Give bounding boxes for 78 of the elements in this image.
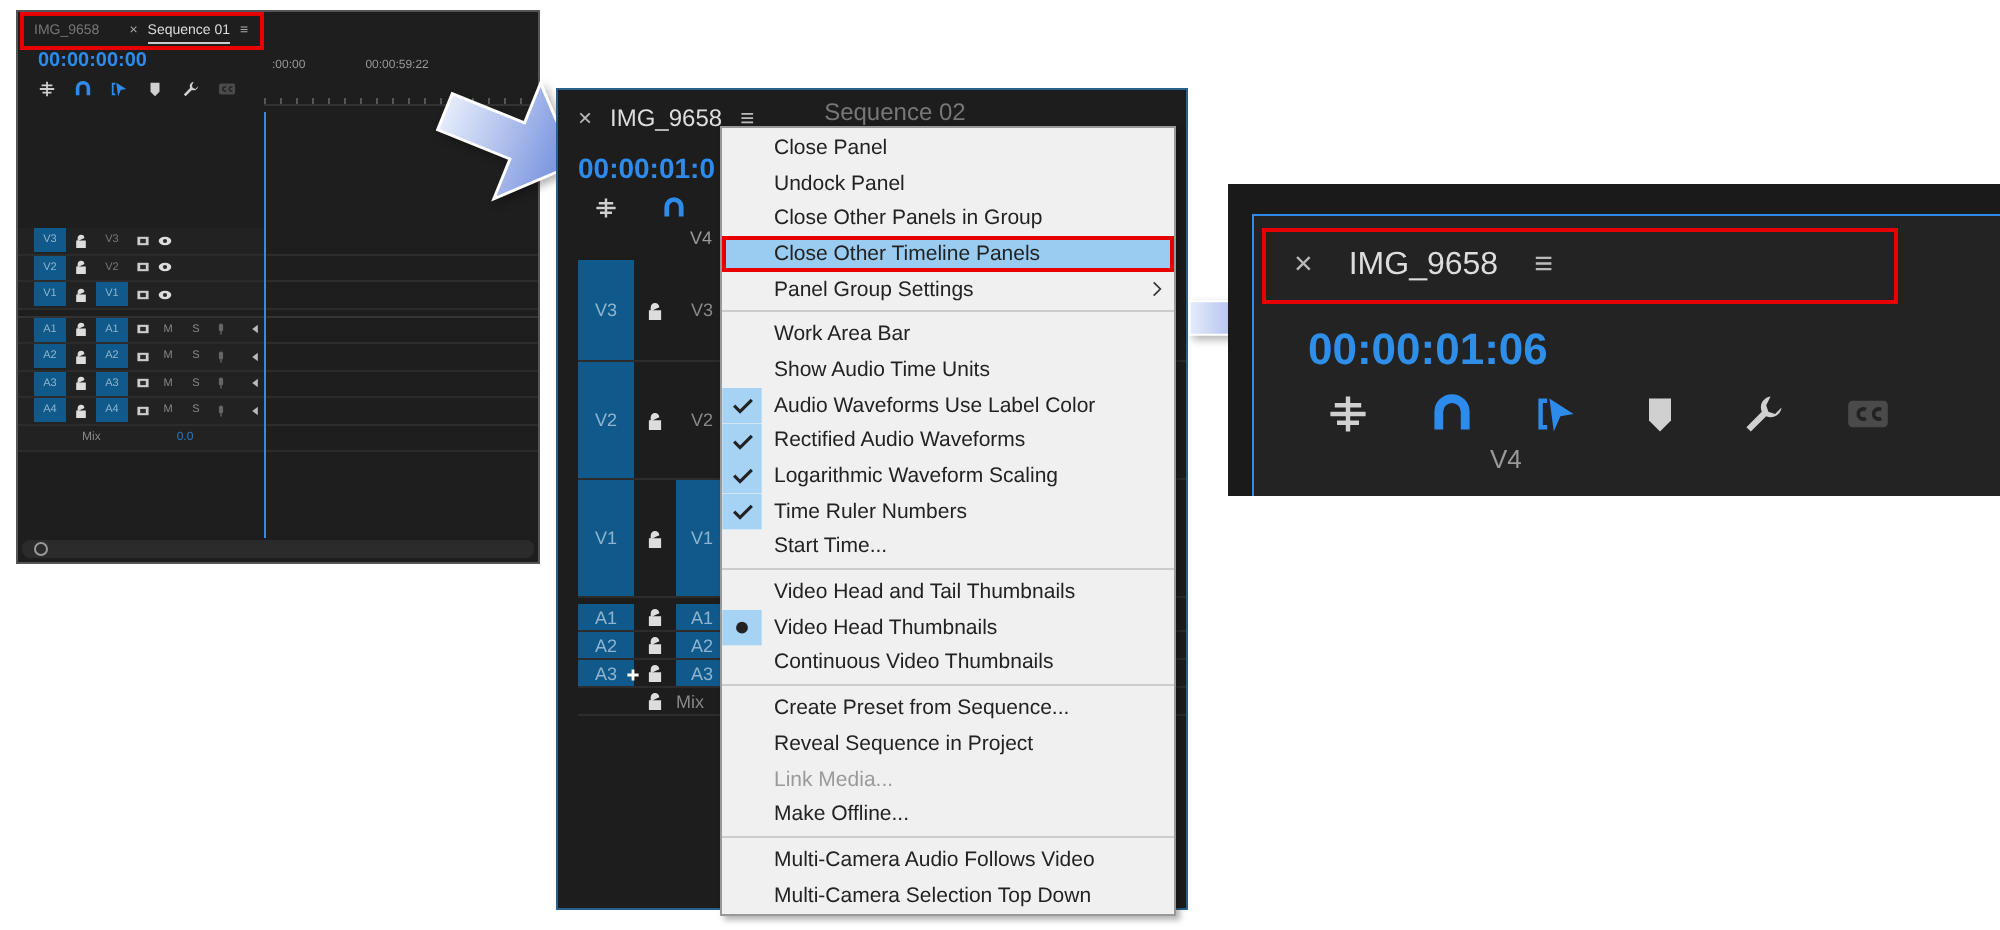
panel-tab[interactable]: IMG_9658	[1348, 248, 1499, 284]
linked-icon[interactable]	[110, 80, 128, 98]
menu-item[interactable]: Video Head and Tail Thumbnails	[722, 574, 1174, 610]
eye-icon[interactable]	[158, 233, 172, 248]
menu-item[interactable]: Work Area Bar	[722, 316, 1174, 353]
timecode[interactable]: 00:00:01:06	[1308, 324, 2000, 376]
lock-icon[interactable]	[646, 301, 664, 319]
panel-tab[interactable]: Sequence 02	[824, 98, 966, 126]
microphone-icon[interactable]	[214, 349, 228, 364]
lock-icon[interactable]	[646, 608, 664, 626]
snap-icon[interactable]	[662, 196, 686, 220]
sync-icon[interactable]	[136, 260, 150, 275]
menu-item[interactable]: Show Audio Time Units	[722, 352, 1174, 388]
menu-item[interactable]: Undock Panel	[722, 165, 1174, 201]
chevron-icon	[1152, 280, 1162, 299]
sync-icon[interactable]	[136, 376, 150, 391]
track-label[interactable]: V3	[676, 260, 728, 360]
lock-icon[interactable]	[646, 529, 664, 547]
lock-icon[interactable]	[646, 692, 664, 710]
wrench-icon[interactable]	[1742, 392, 1786, 436]
source-patch[interactable]: A1	[578, 604, 634, 630]
menu-item[interactable]: Panel Group Settings	[722, 271, 1174, 307]
menu-item[interactable]: Start Time...	[722, 529, 1174, 565]
menu-item[interactable]: Rectified Audio Waveforms	[722, 423, 1174, 459]
eye-icon[interactable]	[158, 287, 172, 302]
scroll-bar[interactable]	[22, 540, 534, 558]
microphone-icon[interactable]	[214, 322, 228, 337]
cursor-icon	[626, 668, 640, 682]
menu-item[interactable]: Close Other Panels in Group	[722, 200, 1174, 237]
eye-icon[interactable]	[158, 260, 172, 275]
track-label[interactable]: V2	[676, 362, 728, 478]
menu-item[interactable]: Close Other Timeline Panels	[722, 236, 1174, 272]
source-patch[interactable]: A3	[578, 660, 634, 686]
lock-icon[interactable]	[74, 349, 88, 364]
source-patch[interactable]: A2	[578, 632, 634, 658]
nest-icon[interactable]	[38, 80, 56, 98]
source-patch[interactable]: V1	[578, 480, 634, 596]
wrench-icon[interactable]	[182, 80, 200, 98]
close-button[interactable]: ×	[578, 104, 593, 132]
menu-item[interactable]: Time Ruler Numbers	[722, 493, 1174, 530]
sync-icon[interactable]	[136, 322, 150, 337]
menu-item[interactable]: Multi-Camera Audio Follows Video	[722, 842, 1174, 878]
mix-label: Mix	[676, 691, 704, 711]
nest-icon[interactable]	[1326, 392, 1370, 436]
panel-tab[interactable]: IMG_9658	[610, 104, 723, 132]
lock-icon[interactable]	[646, 664, 664, 682]
lock-icon[interactable]	[74, 322, 88, 337]
menu-item[interactable]: Continuous Video Thumbnails	[722, 645, 1174, 681]
menu-item[interactable]: Logarithmic Waveform Scaling	[722, 458, 1174, 494]
close-button[interactable]: ×	[1294, 248, 1313, 284]
lock-icon[interactable]	[646, 636, 664, 654]
source-patch[interactable]: V2	[578, 362, 634, 478]
track-label: V4	[1490, 444, 1522, 474]
lock-icon[interactable]	[74, 403, 88, 418]
lock-icon[interactable]	[74, 376, 88, 391]
sync-icon[interactable]	[136, 403, 150, 418]
menu-item[interactable]: Multi-Camera Selection Top Down	[722, 877, 1174, 913]
menu-item[interactable]: Audio Waveforms Use Label Color	[722, 387, 1174, 423]
lock-icon[interactable]	[74, 233, 88, 248]
menu-item[interactable]: Create Preset from Sequence...	[722, 690, 1174, 726]
sync-icon[interactable]	[136, 349, 150, 364]
snap-icon[interactable]	[74, 80, 92, 98]
lock-icon[interactable]	[74, 260, 88, 275]
lock-icon[interactable]	[74, 287, 88, 302]
nest-icon[interactable]	[594, 196, 618, 220]
microphone-icon[interactable]	[214, 376, 228, 391]
microphone-icon[interactable]	[214, 403, 228, 418]
marker-icon[interactable]	[146, 80, 164, 98]
menu-item[interactable]: Close Panel	[722, 130, 1174, 166]
lock-icon[interactable]	[646, 411, 664, 429]
menu-item[interactable]: Reveal Sequence in Project	[722, 726, 1174, 762]
sync-icon[interactable]	[136, 233, 150, 248]
source-patch[interactable]: V3	[578, 260, 634, 360]
menu-item[interactable]: Video Head Thumbnails	[722, 609, 1174, 646]
menu-item[interactable]: Make Offline...	[722, 796, 1174, 833]
sync-icon[interactable]	[136, 287, 150, 302]
track-label: V4	[690, 228, 713, 252]
timecode[interactable]: 00:00:00:00	[38, 50, 264, 74]
